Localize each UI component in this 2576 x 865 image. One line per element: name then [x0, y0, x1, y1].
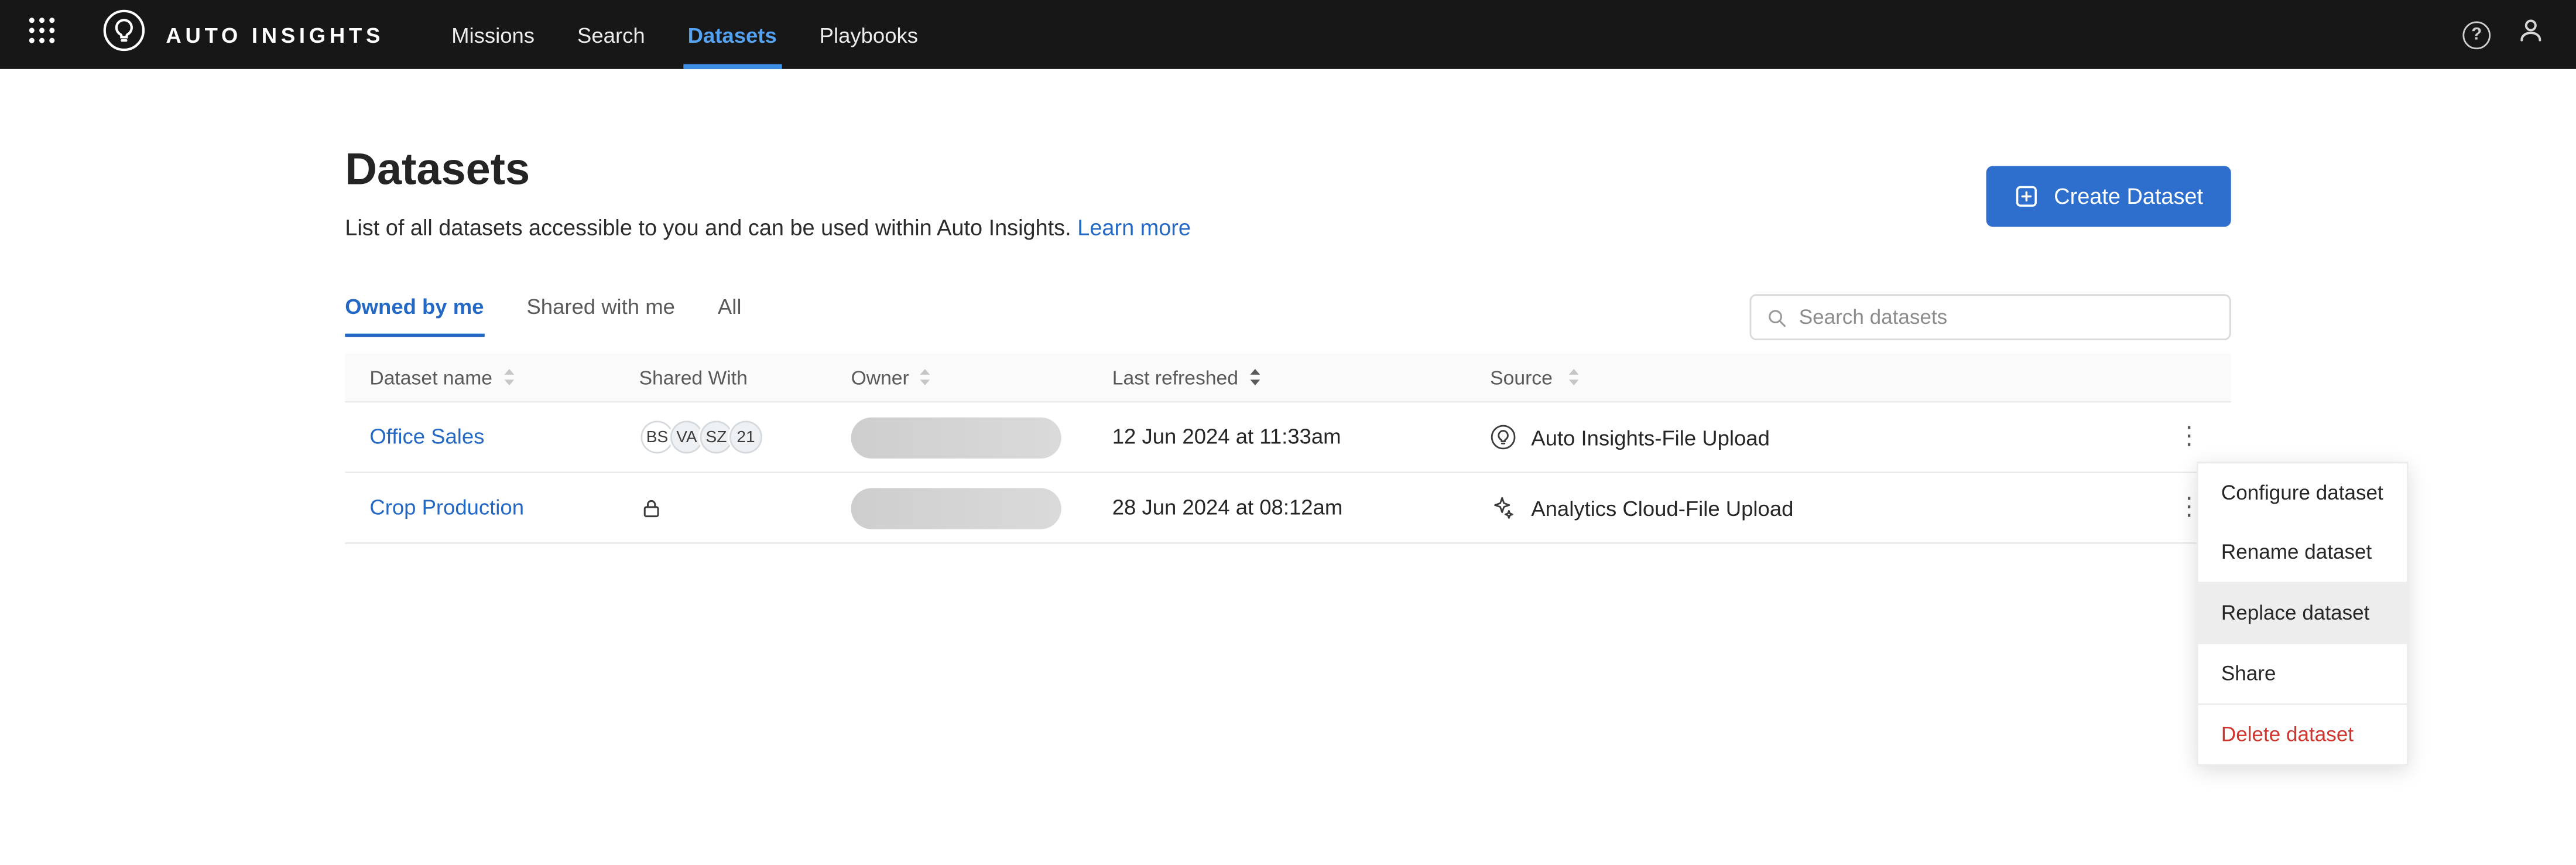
column-label: Owner: [851, 365, 909, 389]
table-row: Crop Production 28 Jun 2024 at 08:12am A…: [345, 473, 2231, 544]
nav-item-datasets[interactable]: Datasets: [666, 0, 798, 69]
datasets-table: Dataset name Shared With Owner Last refr…: [345, 353, 2231, 544]
menu-item-configure-dataset[interactable]: Configure dataset: [2198, 463, 2407, 522]
app-grid-button[interactable]: [0, 0, 82, 69]
menu-item-rename-dataset[interactable]: Rename dataset: [2198, 522, 2407, 582]
menu-group: Share: [2198, 644, 2407, 705]
nav-item-search[interactable]: Search: [556, 0, 667, 69]
lightbulb-logo-icon: [102, 8, 146, 61]
dataset-link[interactable]: Crop Production: [369, 495, 524, 519]
sort-icon[interactable]: [919, 368, 932, 387]
owner-cell: [851, 487, 1112, 529]
auto-insights-icon: [1490, 424, 1516, 450]
tab-shared-with-me[interactable]: Shared with me: [526, 294, 674, 337]
nav-item-playbooks[interactable]: Playbooks: [798, 0, 939, 69]
column-label: Source: [1490, 365, 1553, 389]
table-header-row: Dataset name Shared With Owner Last refr…: [345, 353, 2231, 403]
sort-icon[interactable]: [1567, 368, 1580, 387]
row-actions-menu: Configure dataset Rename dataset Replace…: [2196, 461, 2408, 766]
search-datasets-input[interactable]: [1799, 305, 2215, 329]
create-dataset-label: Create Dataset: [2054, 184, 2204, 209]
menu-item-delete-dataset[interactable]: Delete dataset: [2198, 705, 2407, 764]
dataset-tabs: Owned by me Shared with me All: [345, 294, 741, 337]
search-icon: [1766, 306, 1787, 327]
source-value: Analytics Cloud-File Upload: [1531, 495, 1794, 521]
tab-all[interactable]: All: [718, 294, 742, 337]
person-icon: [2515, 15, 2546, 54]
menu-item-replace-dataset[interactable]: Replace dataset: [2198, 583, 2407, 643]
owner-redacted-pill: [851, 487, 1061, 529]
dataset-name-cell: Crop Production: [345, 493, 639, 523]
page-title: Datasets: [345, 144, 530, 194]
brand-name: AUTO INSIGHTS: [166, 22, 385, 47]
dataset-name-cell: Office Sales: [345, 422, 639, 452]
shared-with-cell: [639, 495, 851, 520]
app-logo[interactable]: [102, 0, 146, 69]
last-refreshed-cell: 12 Jun 2024 at 11:33am: [1112, 422, 1490, 452]
menu-item-share[interactable]: Share: [2198, 644, 2407, 703]
column-header-last-refreshed: Last refreshed: [1112, 365, 1490, 389]
source-cell: Analytics Cloud-File Upload: [1490, 495, 2147, 521]
column-label: Last refreshed: [1112, 365, 1239, 389]
search-datasets-box: [1749, 294, 2231, 340]
sort-icon-active[interactable]: [1248, 368, 1261, 387]
avatar-group[interactable]: BS VA SZ 21: [639, 419, 851, 456]
source-value: Auto Insights-File Upload: [1531, 425, 1770, 450]
actions-cell: ⋮: [2147, 419, 2231, 456]
column-header-owner: Owner: [851, 365, 1112, 389]
analytics-cloud-icon: [1490, 495, 1516, 521]
topbar-actions: ?: [2462, 0, 2576, 69]
table-row: Office Sales BS VA SZ 21 12 Jun 2024 at …: [345, 402, 2231, 474]
page-subtitle: List of all datasets accessible to you a…: [345, 216, 1191, 240]
app-grid-icon: [27, 16, 55, 53]
user-account-button[interactable]: [2515, 15, 2546, 54]
column-header-dataset-name: Dataset name: [345, 365, 639, 389]
subtitle-text: List of all datasets accessible to you a…: [345, 215, 1071, 240]
last-refreshed-value: 12 Jun 2024 at 11:33am: [1112, 423, 1341, 449]
learn-more-link[interactable]: Learn more: [1077, 216, 1191, 240]
menu-group: Replace dataset: [2198, 583, 2407, 644]
last-refreshed-value: 28 Jun 2024 at 08:12am: [1112, 494, 1343, 519]
row-actions-button[interactable]: ⋮: [2171, 419, 2207, 456]
column-header-shared-with: Shared With: [639, 365, 851, 388]
dataset-link[interactable]: Office Sales: [369, 424, 484, 449]
lock-icon: [639, 495, 851, 520]
create-dataset-icon: [2015, 184, 2039, 208]
sort-icon[interactable]: [502, 368, 515, 387]
column-label: Shared With: [639, 365, 748, 389]
menu-group: Configure dataset Rename dataset: [2198, 463, 2407, 584]
owner-redacted-pill: [851, 416, 1061, 458]
primary-nav: Missions Search Datasets Playbooks: [430, 0, 940, 69]
auto-insights-page: AUTO INSIGHTS Missions Search Datasets P…: [0, 0, 2576, 865]
column-header-source: Source: [1490, 365, 2147, 389]
avatar-overflow-count[interactable]: 21: [728, 419, 764, 456]
tab-owned-by-me[interactable]: Owned by me: [345, 294, 484, 337]
create-dataset-button[interactable]: Create Dataset: [1986, 166, 2231, 227]
source-cell: Auto Insights-File Upload: [1490, 424, 2147, 450]
last-refreshed-cell: 28 Jun 2024 at 08:12am: [1112, 493, 1490, 523]
help-icon[interactable]: ?: [2462, 20, 2491, 49]
top-bar: AUTO INSIGHTS Missions Search Datasets P…: [0, 0, 2576, 69]
owner-cell: [851, 416, 1112, 458]
menu-group: Delete dataset: [2198, 705, 2407, 764]
column-label: Dataset name: [369, 365, 493, 389]
shared-with-cell: BS VA SZ 21: [639, 419, 851, 456]
nav-item-missions[interactable]: Missions: [430, 0, 556, 69]
